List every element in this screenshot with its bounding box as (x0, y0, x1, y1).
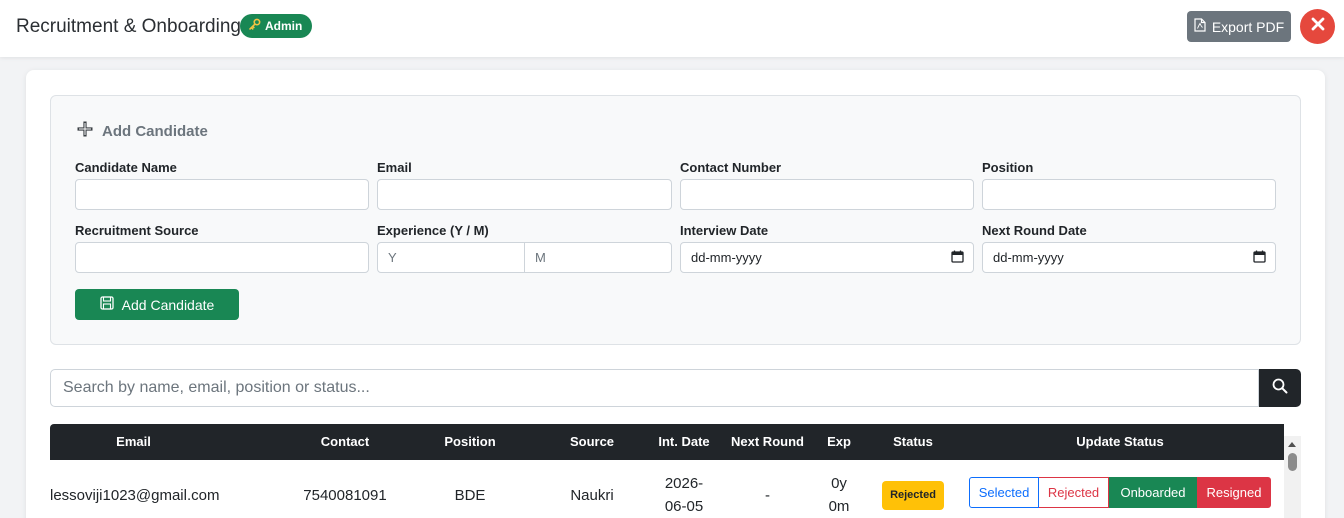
close-button[interactable] (1300, 9, 1335, 44)
cell-int-date: 2026- 06-05 (644, 460, 724, 518)
column-header-contact: Contact (320, 434, 370, 449)
email-label: Email (377, 160, 412, 175)
cell-exp-months: 0m (828, 498, 850, 515)
key-icon (248, 18, 261, 34)
interview-date-label: Interview Date (680, 223, 769, 238)
experience-months-input[interactable]: M (525, 242, 672, 273)
table-scrollbar[interactable] (1284, 436, 1301, 518)
status-resigned-button[interactable]: Resigned (1197, 477, 1271, 508)
experience-years-input[interactable]: Y (377, 242, 525, 273)
contact-number-label: Contact Number (680, 160, 782, 175)
add-candidate-heading: Add Candidate (76, 120, 208, 142)
experience-input-group: Y M (377, 242, 672, 273)
column-header-email: Email (116, 434, 151, 449)
candidate-name-input[interactable] (75, 179, 369, 210)
cell-int-date-line2: 06-05 (664, 498, 704, 515)
column-header-source: Source (569, 434, 615, 449)
interview-date-value: dd-mm-yyyy (691, 250, 762, 265)
cell-source: Naukri (570, 486, 614, 504)
email-input[interactable] (377, 179, 672, 210)
column-header-int-date: Int. Date (658, 434, 710, 449)
interview-date-input[interactable]: dd-mm-yyyy (680, 242, 974, 273)
cell-contact: 7540081091 (303, 486, 387, 504)
close-icon (1311, 17, 1325, 36)
next-round-date-label: Next Round Date (982, 223, 1087, 238)
scrollbar-thumb[interactable] (1288, 453, 1297, 471)
cell-email: lessoviji1023@gmail.com (50, 486, 220, 504)
next-round-date-input[interactable]: dd-mm-yyyy (982, 242, 1276, 273)
cell-int-date-line1: 2026- (664, 475, 704, 492)
role-badge: Admin (240, 14, 313, 38)
position-label: Position (982, 160, 1034, 175)
cell-next-round: - (765, 486, 770, 504)
cell-exp: 0y 0m (817, 460, 861, 518)
calendar-icon[interactable] (1253, 250, 1266, 266)
status-selected-button[interactable]: Selected (969, 477, 1039, 508)
search-bar: Search by name, email, position or statu… (50, 369, 1301, 407)
add-candidate-heading-label: Add Candidate (102, 122, 208, 140)
status-onboarded-button[interactable]: Onboarded (1109, 477, 1197, 508)
role-badge-label: Admin (265, 19, 303, 33)
cell-status: Rejected (873, 460, 953, 518)
search-input[interactable]: Search by name, email, position or statu… (50, 369, 1259, 407)
column-header-exp: Exp (827, 434, 851, 449)
table-row: lessoviji1023@gmail.com 7540081091 BDE N… (50, 460, 1284, 518)
plus-icon (76, 120, 94, 142)
cell-position: BDE (454, 486, 486, 504)
search-icon (1272, 378, 1288, 399)
scroll-up-arrow-icon[interactable] (1288, 442, 1296, 447)
table-header: Email Contact Position Source Int. Date … (50, 424, 1284, 460)
calendar-icon[interactable] (951, 250, 964, 266)
candidates-table: Email Contact Position Source Int. Date … (50, 424, 1301, 518)
status-badge: Rejected (882, 480, 944, 510)
update-status-button-group: Selected Rejected Onboarded Resigned (969, 477, 1271, 508)
candidate-name-label: Candidate Name (75, 160, 177, 175)
add-candidate-button[interactable]: Add Candidate (75, 289, 239, 320)
column-header-position: Position (444, 434, 496, 449)
column-header-status: Status (893, 434, 933, 449)
page-title: Recruitment & Onboarding (16, 16, 241, 37)
search-button[interactable] (1259, 369, 1301, 407)
next-round-date-value: dd-mm-yyyy (993, 250, 1064, 265)
add-candidate-button-label: Add Candidate (121, 296, 215, 313)
position-input[interactable] (982, 179, 1276, 210)
save-icon (100, 296, 114, 313)
top-bar: Recruitment & Onboarding Admin Export PD… (0, 0, 1344, 57)
recruitment-source-input[interactable] (75, 242, 369, 273)
export-pdf-label: Export PDF (1211, 18, 1285, 35)
contact-number-input[interactable] (680, 179, 974, 210)
column-header-next-round: Next Round (731, 434, 804, 449)
export-pdf-button[interactable]: Export PDF (1187, 11, 1291, 42)
cell-exp-years: 0y (831, 475, 847, 492)
pdf-file-icon (1194, 18, 1206, 35)
column-header-update-status: Update Status (1076, 434, 1164, 449)
recruitment-source-label: Recruitment Source (75, 223, 199, 238)
experience-label: Experience (Y / M) (377, 223, 489, 238)
status-rejected-button[interactable]: Rejected (1039, 477, 1109, 508)
